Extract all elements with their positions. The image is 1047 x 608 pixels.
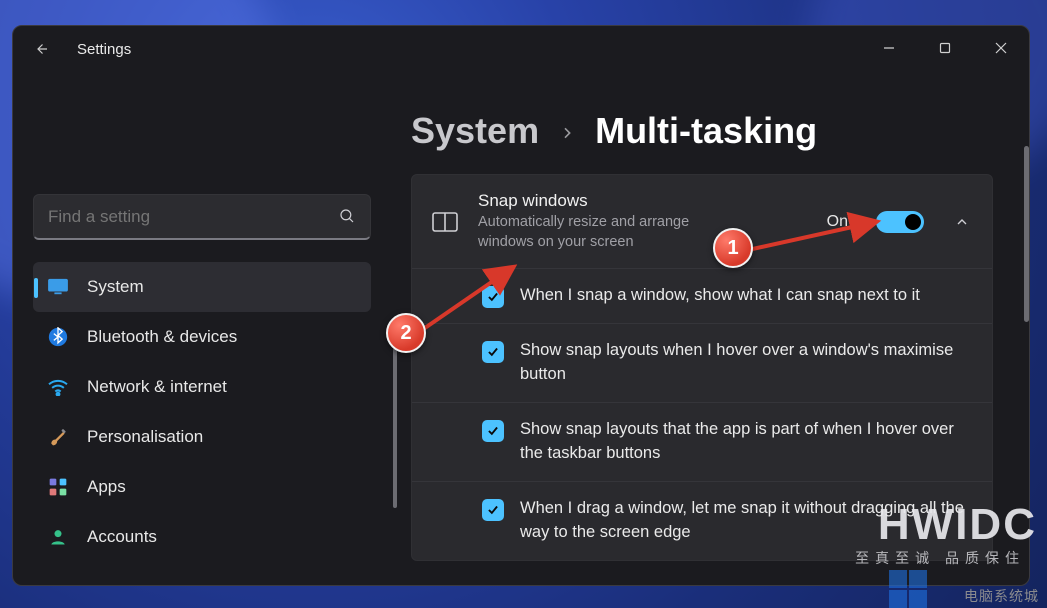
minimize-icon (883, 42, 895, 54)
snap-option-row: Show snap layouts when I hover over a wi… (412, 323, 992, 402)
window-controls (861, 26, 1029, 70)
snap-layout-icon (430, 212, 460, 232)
breadcrumb-parent[interactable]: System (411, 110, 539, 152)
search-icon (338, 207, 356, 230)
checkbox-drag-snap[interactable] (482, 499, 504, 521)
apps-icon (45, 476, 71, 498)
snap-title: Snap windows (478, 191, 809, 211)
sidebar-item-label: Apps (87, 477, 126, 497)
sidebar-item-label: Personalisation (87, 427, 203, 447)
sidebar-item-label: System (87, 277, 144, 297)
person-icon (45, 526, 71, 548)
toggle-state-label: On (827, 213, 848, 231)
chevron-right-icon (559, 123, 575, 148)
checkbox-hover-maximise[interactable] (482, 341, 504, 363)
sidebar-item-label: Network & internet (87, 377, 227, 397)
snap-subtitle: Automatically resize and arrange windows… (478, 213, 738, 252)
corner-logo-text: 电脑系统城 (964, 586, 1039, 606)
search-input-wrap[interactable] (33, 194, 371, 240)
watermark-big: HWIDC (878, 500, 1037, 550)
page-title: Multi-tasking (595, 110, 817, 152)
sidebar-item-label: Accounts (87, 527, 157, 547)
close-button[interactable] (973, 26, 1029, 70)
sidebar-item-system[interactable]: System (33, 262, 371, 312)
wifi-icon (45, 376, 71, 398)
sidebar-item-personalisation[interactable]: Personalisation (33, 412, 371, 462)
back-button[interactable] (19, 27, 63, 71)
checkbox-snap-assist[interactable] (482, 286, 504, 308)
search-input[interactable] (34, 207, 370, 227)
snap-option-row: When I snap a window, show what I can sn… (412, 268, 992, 323)
bluetooth-icon (45, 326, 71, 348)
sidebar-scrollbar[interactable] (393, 348, 397, 508)
paintbrush-icon (45, 426, 71, 448)
sidebar-item-network[interactable]: Network & internet (33, 362, 371, 412)
window-title: Settings (77, 41, 131, 58)
maximize-icon (939, 42, 951, 54)
content-scrollbar[interactable] (1024, 146, 1029, 322)
breadcrumb: System Multi-tasking (411, 110, 1011, 152)
minimize-button[interactable] (861, 26, 917, 70)
close-icon (995, 42, 1007, 54)
option-label: Show snap layouts that the app is part o… (520, 418, 974, 466)
option-label: When I snap a window, show what I can sn… (520, 284, 920, 308)
option-label: Show snap layouts when I hover over a wi… (520, 339, 974, 387)
maximize-button[interactable] (917, 26, 973, 70)
watermark-tagline: 至真至诚 品质保住 (855, 548, 1025, 568)
snap-option-row: Show snap layouts that the app is part o… (412, 402, 992, 481)
sidebar-item-bluetooth[interactable]: Bluetooth & devices (33, 312, 371, 362)
nav-list: System Bluetooth & devices Network & int… (33, 262, 371, 562)
snap-windows-toggle[interactable] (876, 211, 924, 233)
sidebar-item-apps[interactable]: Apps (33, 462, 371, 512)
titlebar: Settings (13, 26, 1029, 72)
monitor-icon (45, 276, 71, 298)
snap-windows-header[interactable]: Snap windows Automatically resize and ar… (412, 175, 992, 268)
chevron-up-icon[interactable] (950, 214, 974, 230)
checkbox-taskbar-layouts[interactable] (482, 420, 504, 442)
arrow-left-icon (32, 40, 50, 58)
sidebar-item-label: Bluetooth & devices (87, 327, 237, 347)
sidebar-item-accounts[interactable]: Accounts (33, 512, 371, 562)
sidebar: System Bluetooth & devices Network & int… (13, 72, 407, 585)
corner-logo-icon (889, 570, 927, 608)
